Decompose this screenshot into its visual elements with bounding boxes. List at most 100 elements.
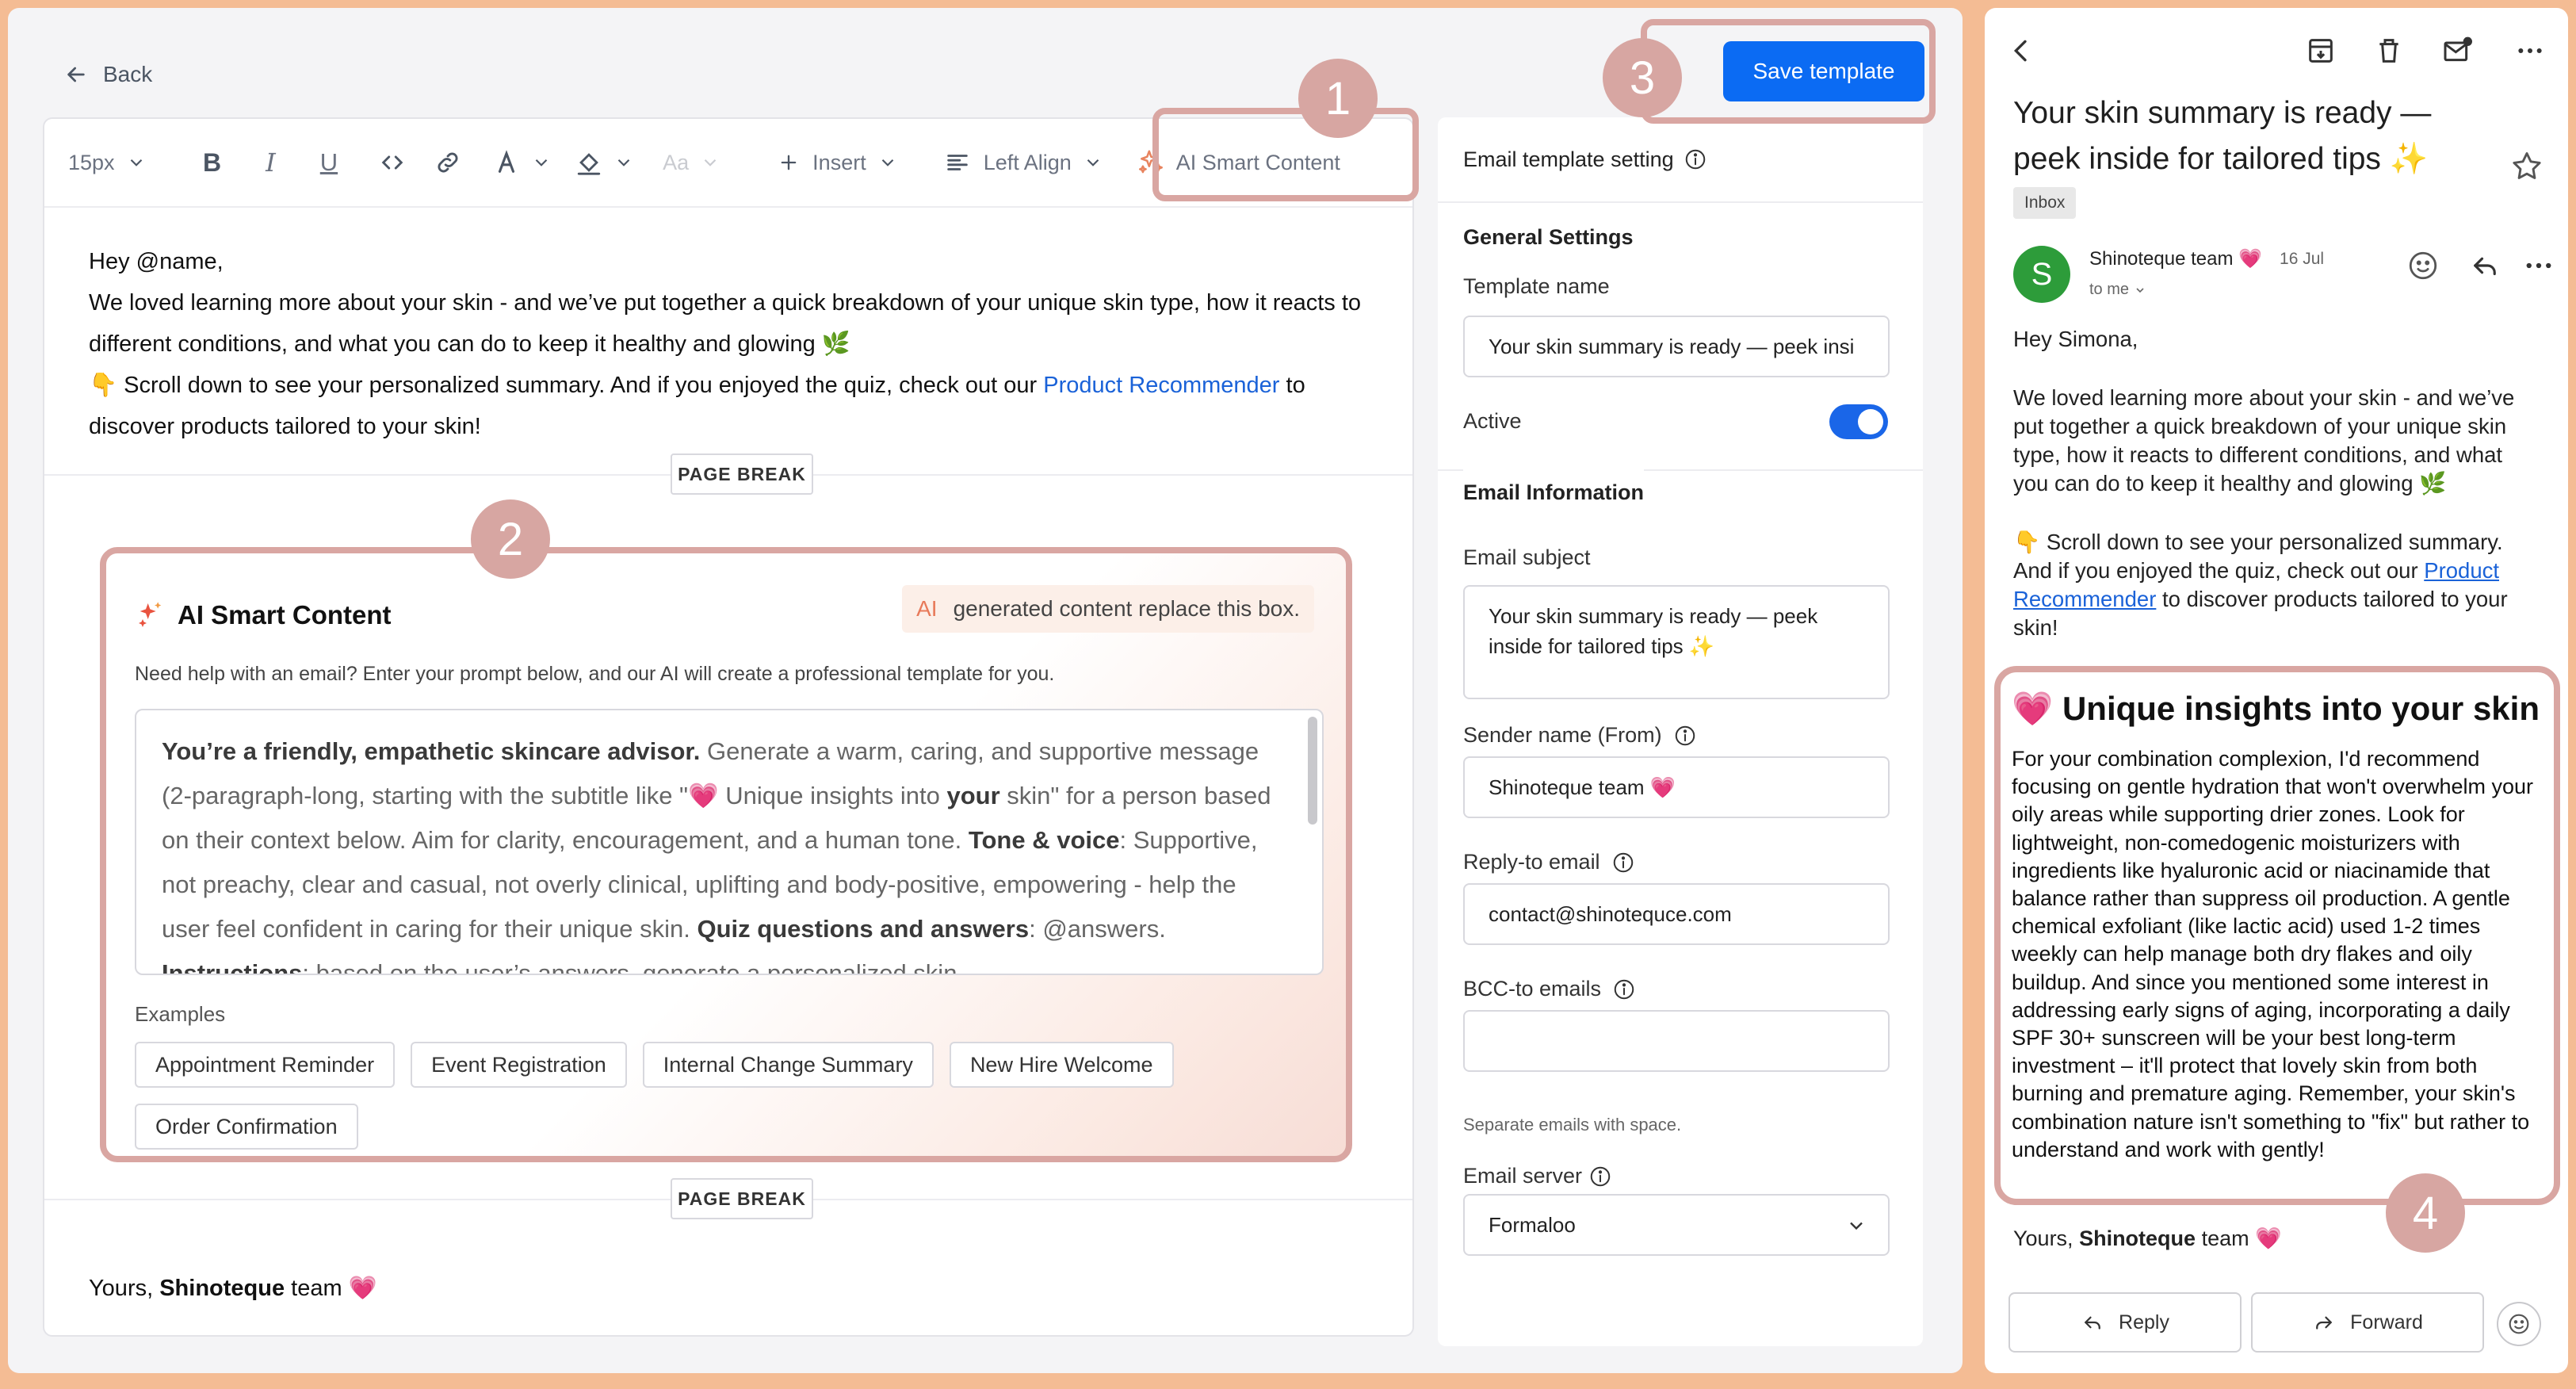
back-chevron-icon[interactable] [2005,35,2037,67]
code-button[interactable] [379,139,406,186]
email-toolbar [1985,8,2568,87]
recipient-toggle[interactable]: to me [2089,281,2146,299]
highlight-color-select[interactable] [575,139,634,186]
template-name-input[interactable]: Your skin summary is ready — peek insi [1463,316,1890,377]
closing-text-end: team 💗 [2196,1226,2282,1250]
email-greeting: Hey Simona, [2013,327,2138,351]
recipient-text: to me [2089,281,2130,298]
ai-box-title-text: AI Smart Content [178,600,392,629]
example-chip[interactable]: New Hire Welcome [949,1042,1174,1088]
closing-line: Yours, Shinoteque team 💗 [89,1275,377,1302]
label-text: Reply-to email [1463,850,1600,874]
insert-menu[interactable]: Insert [778,139,898,186]
label-text: Email server [1463,1164,1583,1188]
chevron-down-icon [1087,159,1099,166]
label-text: BCC-to emails [1463,977,1602,1001]
info-icon[interactable] [1588,1165,1612,1188]
example-chip[interactable]: Order Confirmation [135,1104,358,1150]
sender-name: Shinoteque team 💗 [2089,248,2263,270]
info-icon[interactable] [1612,978,1636,1001]
email-subject-input[interactable]: Your skin summary is ready — peek inside… [1463,585,1890,699]
chevron-down-icon [617,159,630,166]
back-label: Back [103,62,153,86]
scroll-paragraph: 👇 Scroll down to see your personalized s… [89,365,1381,447]
email-server-select[interactable]: Formaloo [1463,1194,1890,1256]
email-scroll-paragraph: 👇 Scroll down to see your personalized s… [2013,528,2536,642]
example-chip[interactable]: Appointment Reminder [135,1042,396,1088]
bold-button[interactable]: B [203,139,221,186]
reply-icon[interactable] [2468,249,2501,282]
general-settings-title: General Settings [1463,225,1634,249]
trash-icon[interactable] [2373,35,2405,67]
product-recommender-link[interactable]: Product Recommender [1043,373,1279,398]
settings-header-text: Email template setting [1463,147,1674,171]
ai-tag: AI [916,596,938,621]
callout-badge: 1 [1298,59,1378,138]
mark-unread-icon[interactable] [2441,35,2473,67]
label-text: Active [1463,409,1522,433]
more-icon[interactable] [2522,249,2555,282]
bcc-input[interactable] [1463,1010,1890,1072]
bcc-hint: Separate emails with space. [1463,1115,1682,1135]
callout-badge: 3 [1603,38,1682,117]
ai-box-title: AI Smart Content [135,599,392,631]
email-intro: We loved learning more about your skin -… [2013,385,2515,496]
ai-prompt-textarea[interactable]: You’re a friendly, empathetic skincare a… [135,709,1324,975]
highlight-save-button [1641,19,1936,124]
label-text: Email subject [1463,545,1591,569]
forward-button[interactable]: Forward [2251,1292,2484,1353]
emoji-button[interactable] [2497,1302,2541,1346]
archive-icon[interactable] [2305,35,2337,67]
ai-generated-notice: AI generated content replace this box. [902,585,1314,633]
inbox-label[interactable]: Inbox [2013,187,2077,219]
text-color-icon [499,150,515,173]
more-icon[interactable] [2514,35,2546,67]
prompt-scrollbar[interactable] [1308,717,1317,825]
sender-name-label: Sender name (From) [1463,723,1697,748]
email-body: Hey Simona, We loved learning more about… [2013,325,2536,672]
highlight-ai-toolbar [1152,108,1419,201]
prompt-bold: Instructions [162,959,303,975]
info-icon[interactable] [1684,147,1707,171]
email-preview-frame: Your skin summary is ready — peek inside… [1985,8,2568,1373]
closing-brand: Shinoteque [159,1276,285,1301]
email-information-title: Email Information [1463,458,1645,505]
ai-smart-content-block[interactable]: AI Smart Content AI generated content re… [100,547,1352,1162]
reply-button[interactable]: Reply [2008,1292,2242,1353]
examples-label: Examples [135,1002,226,1026]
underline-button[interactable]: U [320,139,338,186]
chevron-down-icon [535,159,548,166]
reply-to-label: Reply-to email [1463,850,1635,874]
closing-text: Yours, [2013,1226,2080,1250]
star-icon[interactable] [2509,149,2544,184]
email-date: 16 Jul [2280,249,2325,268]
text-color-select[interactable] [493,139,552,186]
callout-badge: 2 [471,499,550,579]
prompt-bold: Quiz questions and answers [697,915,1030,943]
example-chip[interactable]: Event Registration [411,1042,627,1088]
reply-to-input[interactable]: contact@shinotequce.com [1463,883,1890,945]
font-case-select[interactable]: Aa [663,139,720,186]
align-menu[interactable]: Left Align [944,139,1103,186]
scroll-text: 👇 Scroll down to see your personalized s… [89,373,1044,398]
font-size-value: 15px [68,150,115,174]
info-icon[interactable] [1611,851,1635,874]
link-button[interactable] [434,139,461,186]
italic-button[interactable]: I [266,139,276,186]
page-break-label[interactable]: PAGE BREAK [671,1178,813,1219]
arrow-left-icon [67,67,85,82]
example-chip[interactable]: Internal Change Summary [642,1042,934,1088]
email-body-text[interactable]: Hey @name, We loved learning more about … [89,241,1381,447]
font-size-select[interactable]: 15px [68,139,173,186]
email-subject: Your skin summary is ready — peek inside… [2013,96,2432,176]
template-editor-frame: Back Save template 15px B I U Aa Insert … [8,8,1963,1373]
active-toggle[interactable] [1829,404,1888,439]
info-icon[interactable] [1673,724,1697,748]
chevron-down-icon [704,159,717,166]
page-break-label[interactable]: PAGE BREAK [671,453,813,495]
ai-insights-section: 💗 Unique insights into your skin For you… [1994,666,2560,1205]
sender-name-input[interactable]: Shinoteque team 💗 [1463,756,1890,818]
intro-paragraph: We loved learning more about your skin -… [89,290,1362,357]
back-link[interactable]: Back [63,57,152,92]
emoji-react-icon[interactable] [2406,249,2440,282]
